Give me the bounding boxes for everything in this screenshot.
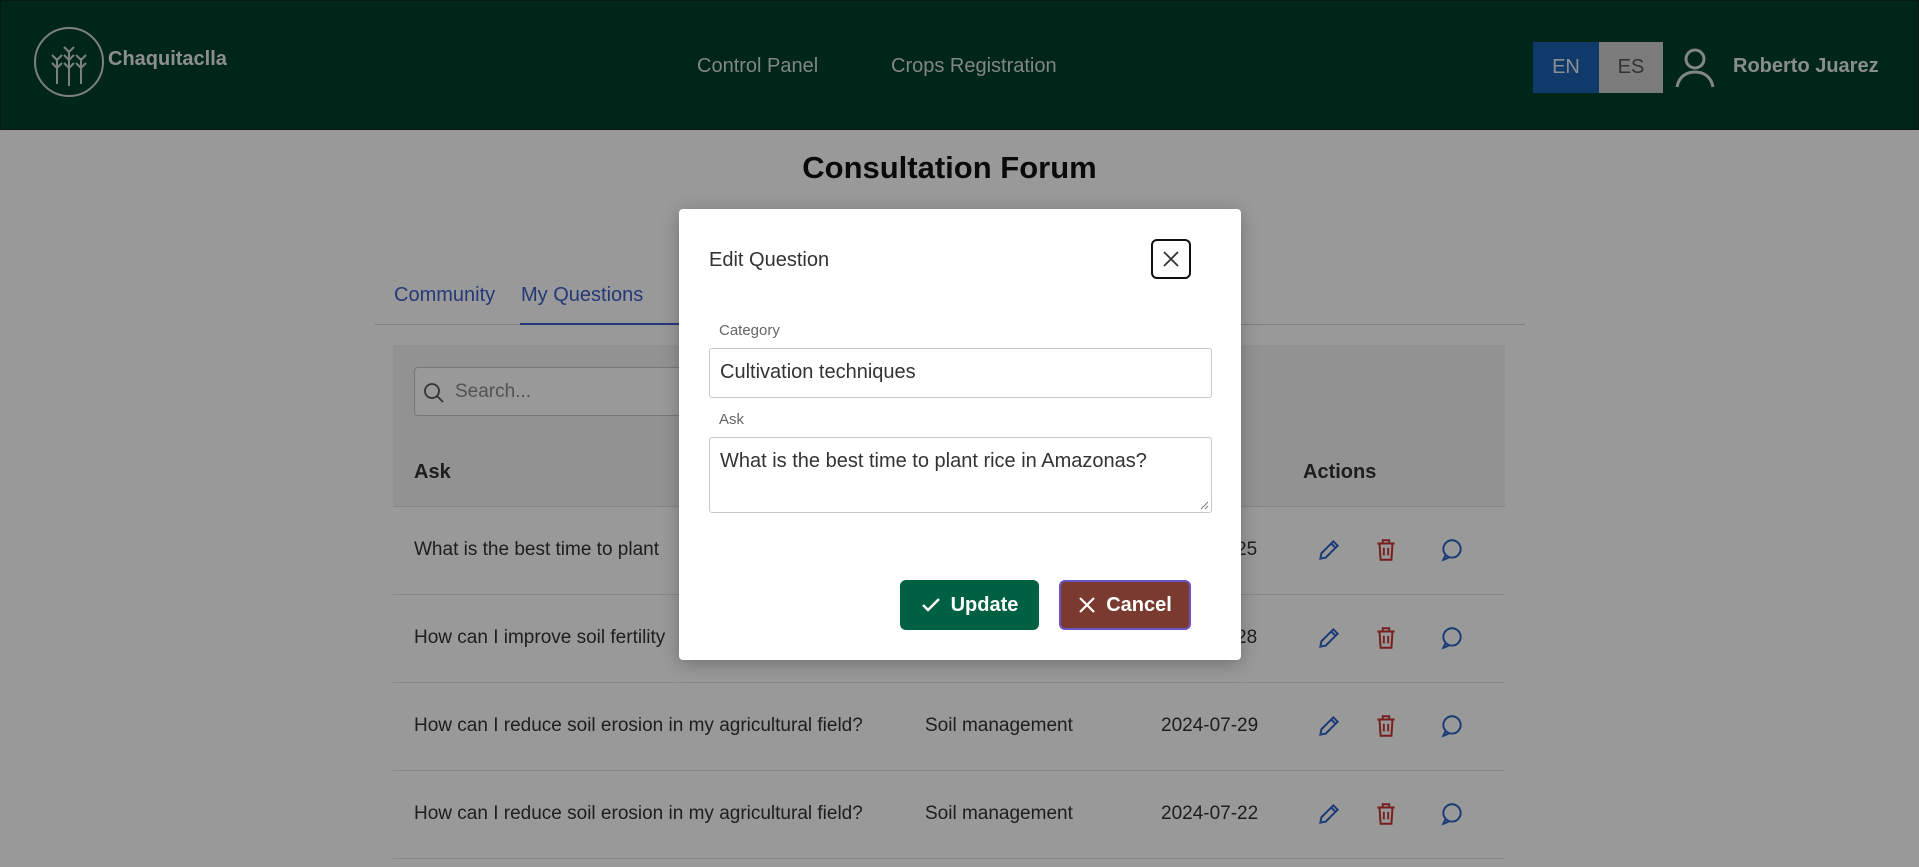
cancel-label: Cancel	[1106, 593, 1172, 616]
update-label: Update	[950, 593, 1019, 616]
ask-label: Ask	[719, 411, 745, 428]
category-label: Category	[719, 322, 780, 339]
close-icon	[1163, 251, 1179, 267]
modal-title: Edit Question	[709, 249, 830, 271]
close-button[interactable]	[1151, 239, 1191, 279]
check-icon	[921, 598, 940, 612]
ask-value: What is the best time to plant rice in A…	[720, 450, 1147, 472]
category-value: Cultivation techniques	[720, 361, 916, 383]
resize-handle-icon[interactable]	[1199, 500, 1209, 510]
category-field[interactable]: Cultivation techniques	[709, 348, 1212, 398]
cancel-button[interactable]: Cancel	[1059, 580, 1191, 630]
ask-textarea[interactable]: What is the best time to plant rice in A…	[709, 437, 1212, 513]
x-icon	[1079, 597, 1095, 613]
update-button[interactable]: Update	[900, 580, 1039, 630]
edit-question-modal: Edit Question Category Cultivation techn…	[679, 209, 1241, 660]
